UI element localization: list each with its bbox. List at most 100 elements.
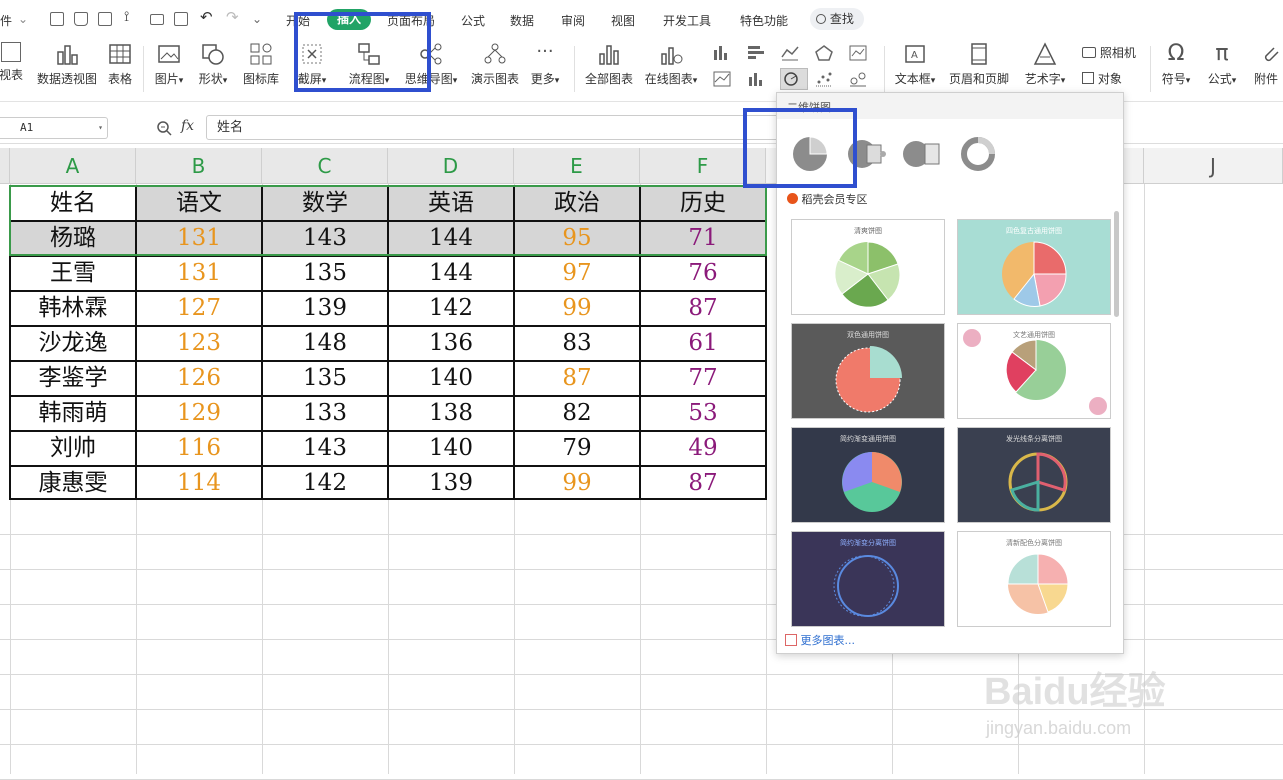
format-painter-icon[interactable]: ⟟ — [124, 9, 129, 25]
all-charts-button[interactable]: 全部图表 — [583, 42, 635, 87]
cell-c9[interactable]: 142 — [262, 466, 388, 501]
cell-e4[interactable]: 99 — [514, 291, 640, 326]
cell-d2[interactable]: 144 — [388, 221, 514, 256]
save-icon[interactable] — [98, 12, 112, 26]
template-thumb-7[interactable]: 简约渐变分离饼图 — [791, 531, 945, 627]
tab-review[interactable]: 审阅 — [561, 12, 585, 29]
cell-f7[interactable]: 53 — [640, 396, 766, 431]
cell-c7[interactable]: 133 — [262, 396, 388, 431]
radar-chart-icon[interactable] — [814, 44, 834, 62]
zoom-icon[interactable] — [156, 120, 172, 139]
wordart-button[interactable]: 艺术字▾ — [1019, 42, 1071, 87]
scatter-chart-icon[interactable] — [814, 70, 834, 88]
textbox-button[interactable]: A 文本框▾ — [890, 42, 940, 87]
cell-e1[interactable]: 政治 — [514, 186, 640, 221]
cell-e2[interactable]: 95 — [514, 221, 640, 256]
cell-e8[interactable]: 79 — [514, 431, 640, 466]
cell-d9[interactable]: 139 — [388, 466, 514, 501]
cell-b4[interactable]: 127 — [136, 291, 262, 326]
cell-b7[interactable]: 129 — [136, 396, 262, 431]
tab-view[interactable]: 视图 — [611, 12, 635, 29]
cell-a9[interactable]: 康惠雯 — [10, 466, 136, 501]
col-header-c[interactable]: C — [262, 148, 388, 184]
cell-f2[interactable]: 71 — [640, 221, 766, 256]
cell-f3[interactable]: 76 — [640, 256, 766, 291]
template-thumb-2[interactable]: 四色复古通用饼图 — [957, 219, 1111, 315]
name-box[interactable]: A1 ▾ — [0, 117, 108, 139]
cell-b1[interactable]: 语文 — [136, 186, 262, 221]
cell-b3[interactable]: 131 — [136, 256, 262, 291]
cell-a3[interactable]: 王雪 — [10, 256, 136, 291]
pie-chart-dropdown[interactable] — [780, 68, 808, 90]
cell-d3[interactable]: 144 — [388, 256, 514, 291]
cell-c6[interactable]: 135 — [262, 361, 388, 396]
table-button[interactable]: 表格 — [104, 42, 136, 87]
cell-d8[interactable]: 140 — [388, 431, 514, 466]
new-file-icon[interactable] — [50, 12, 64, 26]
cell-a4[interactable]: 韩林霖 — [10, 291, 136, 326]
cell-f4[interactable]: 87 — [640, 291, 766, 326]
template-thumb-8[interactable]: 清新配色分离饼图 — [957, 531, 1111, 627]
cell-f1[interactable]: 历史 — [640, 186, 766, 221]
tab-features[interactable]: 特色功能 — [740, 12, 788, 29]
cell-f6[interactable]: 77 — [640, 361, 766, 396]
file-dropdown-icon[interactable]: ⌄ — [18, 12, 28, 26]
more-charts-link[interactable]: 更多图表... — [777, 629, 1123, 653]
cell-b2[interactable]: 131 — [136, 221, 262, 256]
tab-formulas[interactable]: 公式 — [461, 12, 485, 29]
select-all-corner[interactable] — [0, 148, 10, 184]
cell-f9[interactable]: 87 — [640, 466, 766, 501]
cell-c3[interactable]: 135 — [262, 256, 388, 291]
cell-b5[interactable]: 123 — [136, 326, 262, 361]
cell-e5[interactable]: 83 — [514, 326, 640, 361]
template-thumb-1[interactable]: 清爽饼图 — [791, 219, 945, 315]
cell-a2[interactable]: 杨璐 — [10, 221, 136, 256]
camera-button[interactable]: 照相机 — [1082, 44, 1144, 61]
search-box[interactable]: 查找 — [810, 8, 864, 30]
doughnut-chart[interactable] — [959, 135, 997, 176]
cell-d1[interactable]: 英语 — [388, 186, 514, 221]
icon-library-button[interactable]: 图标库 — [241, 42, 281, 87]
header-footer-button[interactable]: 页眉和页脚 — [946, 42, 1012, 87]
formula-input[interactable]: 姓名 — [206, 115, 806, 140]
cell-a6[interactable]: 李鉴学 — [10, 361, 136, 396]
bubble-chart-icon[interactable] — [848, 70, 868, 88]
cell-f5[interactable]: 61 — [640, 326, 766, 361]
cell-f8[interactable]: 49 — [640, 431, 766, 466]
cell-e9[interactable]: 99 — [514, 466, 640, 501]
panel-scrollbar[interactable] — [1114, 211, 1119, 317]
cell-b8[interactable]: 116 — [136, 431, 262, 466]
demo-chart-button[interactable]: 演示图表 — [469, 42, 521, 87]
open-folder-icon[interactable] — [74, 12, 88, 26]
tab-developer[interactable]: 开发工具 — [663, 12, 711, 29]
pivot-table-button[interactable]: 视表 — [0, 42, 30, 83]
cell-a5[interactable]: 沙龙逸 — [10, 326, 136, 361]
cell-d6[interactable]: 140 — [388, 361, 514, 396]
cell-c2[interactable]: 143 — [262, 221, 388, 256]
col-header-e[interactable]: E — [514, 148, 640, 184]
cell-a7[interactable]: 韩雨萌 — [10, 396, 136, 431]
area-chart-icon[interactable] — [712, 70, 732, 88]
redo-icon[interactable]: ↷ — [226, 8, 239, 26]
file-menu[interactable]: 件 — [0, 12, 12, 29]
more-button[interactable]: ··· 更多▾ — [527, 42, 563, 87]
cell-d4[interactable]: 142 — [388, 291, 514, 326]
object-button[interactable]: 对象 — [1082, 70, 1144, 87]
cell-e6[interactable]: 87 — [514, 361, 640, 396]
column-chart-icon[interactable] — [712, 44, 732, 62]
template-thumb-3[interactable]: 双色通用饼图 — [791, 323, 945, 419]
template-thumb-4[interactable]: 文艺通用饼图 — [957, 323, 1111, 419]
shape-button[interactable]: 形状▾ — [194, 42, 232, 87]
undo-icon[interactable]: ↶ — [200, 8, 213, 26]
line-chart-icon[interactable] — [780, 44, 800, 62]
tab-data[interactable]: 数据 — [510, 12, 534, 29]
cell-a8[interactable]: 刘帅 — [10, 431, 136, 466]
name-box-dropdown-icon[interactable]: ▾ — [98, 118, 103, 138]
col-header-b[interactable]: B — [136, 148, 262, 184]
cell-b9[interactable]: 114 — [136, 466, 262, 501]
cell-d5[interactable]: 136 — [388, 326, 514, 361]
combo-chart-icon[interactable] — [746, 70, 766, 88]
cell-a1[interactable]: 姓名 — [10, 186, 136, 221]
stock-chart-icon[interactable] — [848, 44, 868, 62]
cell-c4[interactable]: 139 — [262, 291, 388, 326]
